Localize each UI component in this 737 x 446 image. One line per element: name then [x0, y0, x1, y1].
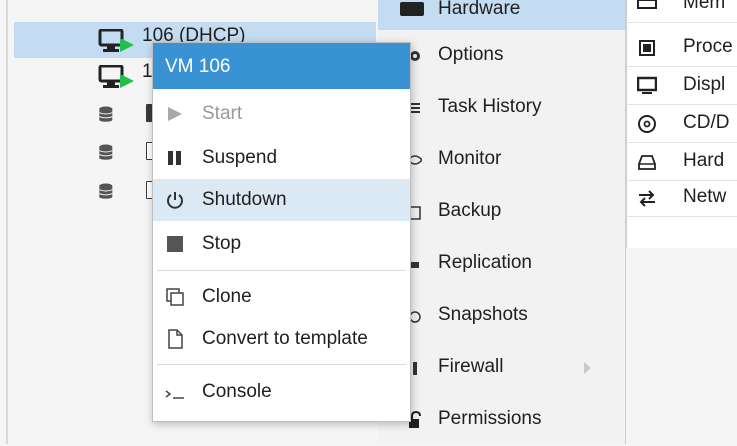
menu-item-console[interactable]: Console: [153, 371, 410, 413]
hardware-item-label: CD/D: [683, 112, 730, 133]
nav-item-label: Monitor: [438, 148, 502, 169]
vm-running-icon: [98, 29, 134, 52]
menu-item-label: Convert to template: [202, 328, 368, 349]
play-icon: [168, 107, 182, 121]
hardware-item-network[interactable]: Netw: [627, 180, 737, 217]
vm-context-menu: VM 106 Start Suspend Shutdown Stop Clone…: [152, 42, 411, 422]
hardware-item-label: Displ: [683, 74, 726, 95]
nav-item-label: Backup: [438, 200, 502, 221]
nav-item-backup[interactable]: Backup: [378, 186, 625, 238]
menu-item-label: Clone: [202, 286, 252, 307]
nav-item-replication[interactable]: Replication: [378, 238, 625, 290]
vm-config-nav: Hardware Options Task History Monitor Ba…: [378, 0, 626, 444]
hardware-list: Mem Proce Displ CD/D Hard Netw: [626, 0, 737, 248]
nav-item-label: Task History: [438, 96, 542, 117]
nav-item-label: Permissions: [438, 408, 542, 429]
network-icon: [639, 190, 655, 207]
menu-item-label: Shutdown: [202, 189, 287, 210]
nav-item-label: Snapshots: [438, 304, 528, 325]
tree-item-label: 1: [142, 61, 153, 82]
nav-item-permissions[interactable]: Permissions: [378, 394, 625, 446]
hardware-item-label: Mem: [683, 0, 726, 13]
cpu-icon: [639, 40, 655, 56]
context-menu-header: VM 106: [153, 43, 410, 89]
storage-icon: [99, 106, 113, 122]
nav-item-snapshots[interactable]: Snapshots: [378, 290, 625, 342]
menu-item-shutdown[interactable]: Shutdown: [153, 179, 410, 221]
menu-item-label: Suspend: [202, 147, 278, 168]
terminal-icon: [165, 390, 184, 399]
nav-item-label: Options: [438, 44, 504, 65]
hardware-item-hard-disk[interactable]: Hard: [627, 144, 737, 181]
hardware-item-label: Netw: [683, 186, 727, 207]
menu-item-convert-to-template[interactable]: Convert to template: [153, 318, 410, 360]
storage-icon: [99, 183, 113, 199]
expand-arrow-icon[interactable]: [584, 362, 591, 374]
nav-item-label: Replication: [438, 252, 532, 273]
menu-item-start[interactable]: Start: [153, 93, 410, 135]
hardware-item-cd-dvd[interactable]: CD/D: [627, 106, 737, 143]
display-icon: [637, 76, 657, 94]
file-icon: [168, 329, 183, 349]
hardware-item-display[interactable]: Displ: [627, 68, 737, 105]
nav-item-label: Firewall: [438, 356, 504, 377]
nav-item-label: Hardware: [438, 0, 521, 19]
menu-separator: [157, 364, 406, 365]
hardware-panel: Mem Proce Displ CD/D Hard Netw: [626, 0, 737, 444]
hardware-item-memory[interactable]: Mem: [627, 0, 737, 23]
nav-item-hardware[interactable]: Hardware: [378, 0, 625, 30]
menu-separator: [157, 270, 406, 271]
hardware-item-label: Hard: [683, 150, 725, 171]
nav-item-monitor[interactable]: Monitor: [378, 134, 625, 186]
nav-item-task-history[interactable]: Task History: [378, 82, 625, 134]
menu-item-label: Start: [202, 103, 243, 124]
menu-item-stop[interactable]: Stop: [153, 223, 410, 265]
vm-running-icon: [98, 65, 134, 88]
hardware-icon: [400, 2, 424, 16]
menu-item-label: Stop: [202, 233, 242, 254]
power-icon: [167, 192, 183, 209]
stop-icon: [167, 236, 183, 252]
hardware-item-label: Proce: [683, 36, 733, 57]
menu-item-label: Console: [202, 381, 272, 402]
menu-item-suspend[interactable]: Suspend: [153, 137, 410, 179]
menu-item-clone[interactable]: Clone: [153, 276, 410, 318]
context-menu-title: VM 106: [165, 56, 231, 77]
nav-item-options[interactable]: Options: [378, 30, 625, 82]
cdrom-icon: [638, 115, 656, 133]
nav-item-firewall[interactable]: Firewall: [378, 342, 625, 394]
hardware-item-processors[interactable]: Proce: [627, 30, 737, 67]
tree-edge: [6, 0, 8, 444]
hdd-icon: [638, 155, 656, 170]
clone-icon: [166, 288, 184, 306]
storage-icon: [99, 144, 113, 160]
pause-icon: [168, 151, 181, 165]
memory-icon: [637, 0, 657, 9]
